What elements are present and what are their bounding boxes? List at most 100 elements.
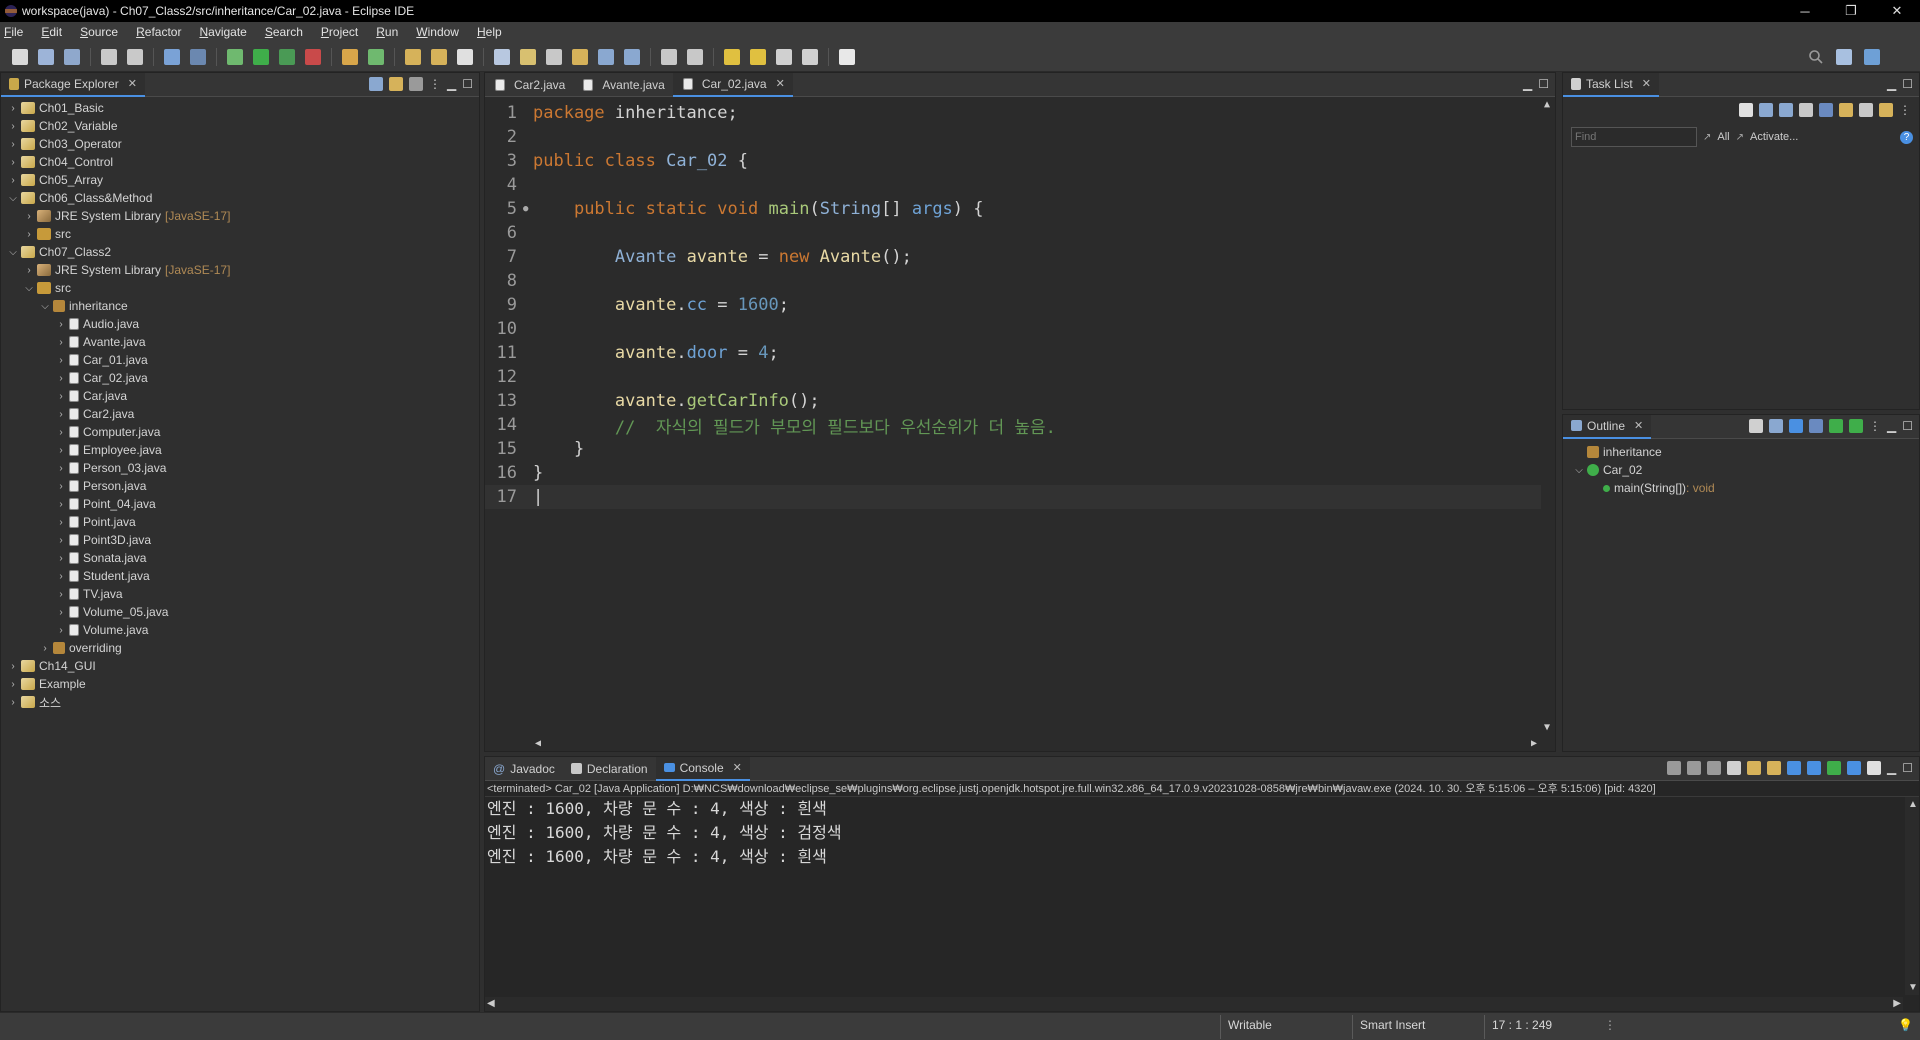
word-wrap-icon[interactable] [1767,761,1781,775]
code-line[interactable]: 3 public class Car_02 { [485,149,1555,173]
search-tool-icon[interactable] [457,48,473,65]
code-line[interactable]: 4 [485,173,1555,197]
tree-item[interactable]: › Person.java [1,477,479,495]
close-icon[interactable]: ✕ [1642,77,1651,90]
show-whitespace-icon[interactable] [598,48,614,65]
view-menu-icon[interactable]: ⋮ [429,77,441,91]
tree-item[interactable]: › Ch14_GUI [1,657,479,675]
tree-item[interactable]: › Ch03_Operator [1,135,479,153]
tree-item[interactable]: › Ch01_Basic [1,99,479,117]
chevron-right-icon[interactable]: › [55,481,67,492]
menu-source[interactable]: Source [80,25,118,39]
undo-icon[interactable] [101,48,117,65]
minimize-icon[interactable]: ▁ [1523,77,1532,91]
open-console-icon[interactable] [1867,761,1881,775]
tree-item[interactable]: › Point.java [1,513,479,531]
chevron-down-icon[interactable]: ⌵ [7,247,19,258]
tab-console[interactable]: Console ✕ [655,756,750,781]
debug-icon[interactable] [227,48,243,65]
tree-item[interactable]: › Ch04_Control [1,153,479,171]
chevron-right-icon[interactable]: › [55,553,67,564]
code-line[interactable]: 17 | [485,485,1555,509]
chevron-down-icon[interactable]: ⌵ [39,301,51,312]
code-line[interactable]: 12 [485,365,1555,389]
task-find-input[interactable] [1571,127,1697,147]
close-window-button[interactable]: ✕ [1874,0,1920,22]
chevron-right-icon[interactable]: › [7,175,19,186]
chevron-right-icon[interactable]: › [55,535,67,546]
tab-car2-java[interactable]: Car2.java [485,73,573,97]
forward-edit-icon[interactable] [750,48,766,65]
code-line[interactable]: 9 avante.cc = 1600; [485,293,1555,317]
tree-item[interactable]: › 소스 [1,693,479,711]
tree-item[interactable]: › Example [1,675,479,693]
code-line[interactable]: 15 } [485,437,1555,461]
close-icon[interactable]: ✕ [1634,419,1643,432]
tab-avante-java[interactable]: Avante.java [573,73,673,97]
hide-local-types-icon[interactable] [1849,419,1863,433]
tree-item[interactable]: › Ch02_Variable [1,117,479,135]
minimize-icon[interactable]: ▁ [447,77,456,91]
chevron-down-icon[interactable]: ⌵ [23,283,35,294]
status-menu-icon[interactable]: ⋮ [1604,1018,1616,1032]
open-task-icon[interactable] [431,48,447,65]
chevron-right-icon[interactable]: › [55,571,67,582]
minimize-icon[interactable]: ▁ [1887,77,1896,91]
maximize-icon[interactable]: ☐ [1902,77,1913,91]
minimize-button[interactable]: ─ [1782,0,1828,22]
help-icon[interactable]: ? [1900,130,1913,144]
tree-item[interactable]: › JRE System Library [JavaSE-17] [1,207,479,225]
new-icon[interactable] [12,48,28,65]
console-output[interactable]: <terminated> Car_02 [Java Application] D… [485,781,1919,1011]
chevron-right-icon[interactable]: › [55,337,67,348]
code-line[interactable]: 14 // 자식의 필드가 부모의 필드보다 우선순위가 더 높음. [485,413,1555,438]
tree-item[interactable]: › Volume_05.java [1,603,479,621]
chevron-right-icon[interactable]: › [55,391,67,402]
back-icon[interactable] [776,48,792,65]
chevron-right-icon[interactable]: › [55,589,67,600]
tree-item[interactable]: › Audio.java [1,315,479,333]
skip-breakpoints-icon[interactable] [190,48,206,65]
outline-package[interactable]: inheritance [1573,443,1919,461]
chevron-right-icon[interactable]: › [55,373,67,384]
chevron-right-icon[interactable]: › [55,499,67,510]
chevron-down-icon[interactable]: ⌵ [7,193,19,204]
tab-outline[interactable]: Outline ✕ [1563,414,1652,439]
menu-file[interactable]: File [4,25,23,39]
prev-annotation-icon[interactable] [687,48,703,65]
editor-horizontal-scrollbar[interactable]: ◀ ▶ [533,737,1539,751]
chevron-right-icon[interactable]: › [55,463,67,474]
sort-icon[interactable] [1769,419,1783,433]
chevron-right-icon[interactable]: › [55,625,67,636]
redo-icon[interactable] [127,48,143,65]
editor-vertical-scrollbar[interactable]: ▲ ▼ [1541,97,1555,735]
view-menu-icon[interactable]: ⋮ [1899,103,1911,117]
tree-item[interactable]: ⌵ src [1,279,479,297]
tree-item[interactable]: › Car2.java [1,405,479,423]
hide-fields-icon[interactable] [1789,419,1803,433]
code-line[interactable]: 8 [485,269,1555,293]
collapse-icon[interactable] [1859,103,1873,117]
show-stdout-icon[interactable] [1787,761,1801,775]
hide-nonpublic-icon[interactable] [1829,419,1843,433]
chevron-right-icon[interactable]: › [55,517,67,528]
tree-item[interactable]: › JRE System Library [JavaSE-17] [1,261,479,279]
tree-item[interactable]: › overriding [1,639,479,657]
toggle-mark-occurrences-icon[interactable] [494,48,510,65]
tree-item[interactable]: ⌵ Ch06_Class&Method [1,189,479,207]
tree-item[interactable]: › Student.java [1,567,479,585]
chevron-right-icon[interactable]: › [7,661,19,672]
last-edit-icon[interactable] [724,48,740,65]
chevron-right-icon[interactable]: › [7,157,19,168]
maximize-icon[interactable]: ☐ [1538,77,1549,91]
tip-bulb-icon[interactable]: 💡 [1898,1018,1913,1032]
chevron-right-icon[interactable]: › [7,121,19,132]
new-task-icon[interactable] [1739,103,1753,117]
block-selection-icon[interactable] [572,48,588,65]
terminal-icon[interactable] [164,48,180,65]
tree-item[interactable]: ⌵ inheritance [1,297,479,315]
code-line[interactable]: 13 avante.getCarInfo(); [485,389,1555,413]
scroll-lock-icon[interactable] [1747,761,1761,775]
new-class-icon[interactable] [368,48,384,65]
chevron-right-icon[interactable]: › [39,643,51,654]
